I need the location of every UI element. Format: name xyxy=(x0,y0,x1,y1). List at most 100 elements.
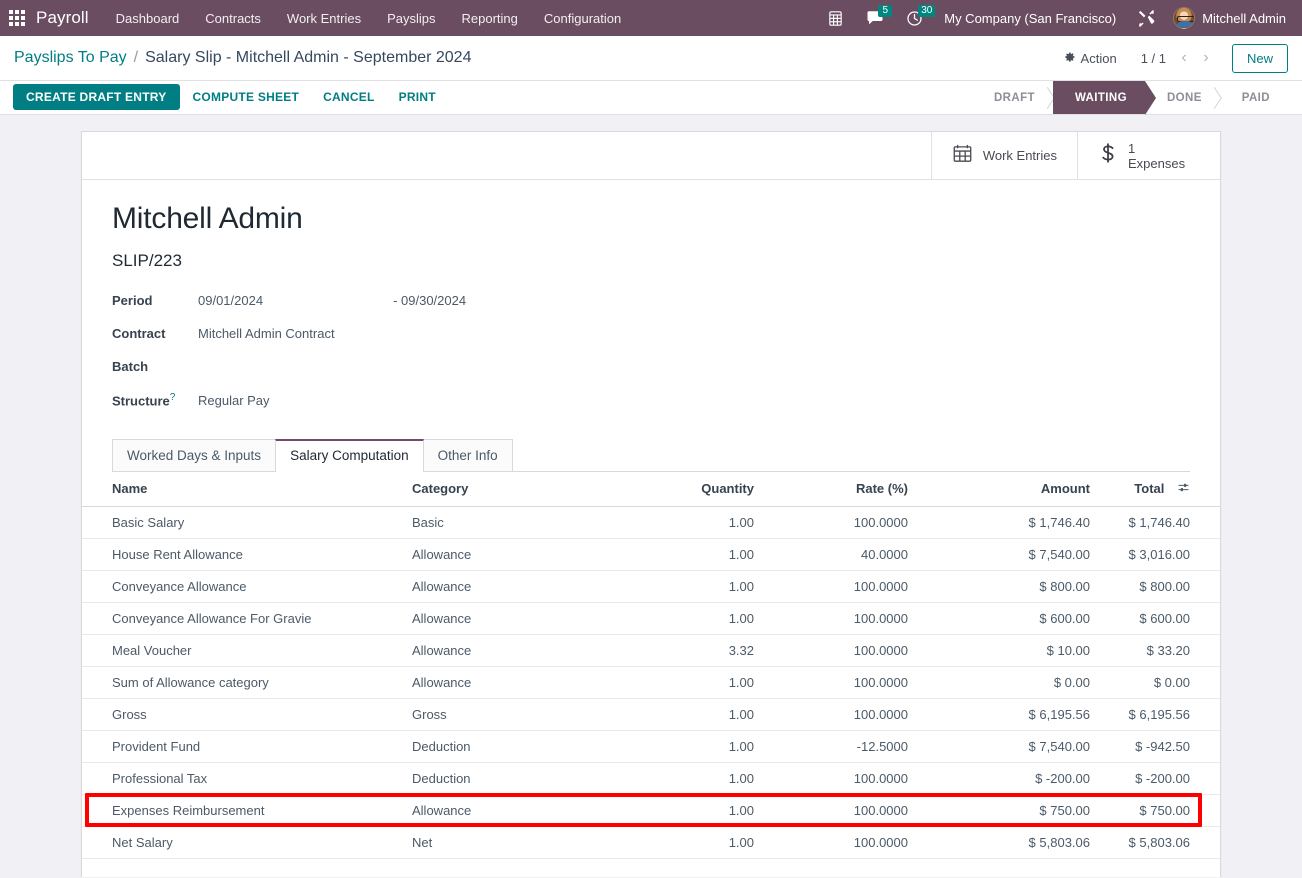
table-row[interactable]: Sum of Allowance category Allowance 1.00… xyxy=(82,666,1220,700)
stage-paid[interactable]: PAID xyxy=(1220,81,1288,114)
cell-total[interactable]: $ 33.20 xyxy=(1112,634,1220,668)
cell-category[interactable]: Allowance xyxy=(412,570,612,604)
cell-category[interactable]: Basic xyxy=(412,506,612,540)
stage-waiting[interactable]: WAITING xyxy=(1041,81,1156,115)
col-header-amount[interactable]: Amount xyxy=(922,471,1112,508)
help-tooltip-icon[interactable]: ? xyxy=(170,392,176,403)
table-row[interactable]: Conveyance Allowance For Gravie Allowanc… xyxy=(82,602,1220,636)
menu-item-dashboard[interactable]: Dashboard xyxy=(103,0,193,36)
cell-category[interactable]: Deduction xyxy=(412,730,612,764)
stat-button-expenses[interactable]: 1 Expenses xyxy=(1077,132,1220,179)
cell-total[interactable]: $ 0.00 xyxy=(1112,666,1220,700)
col-header-category[interactable]: Category xyxy=(412,471,612,508)
compute-sheet-button[interactable]: COMPUTE SHEET xyxy=(182,84,311,110)
field-value-period-to[interactable]: - 09/30/2024 xyxy=(393,293,466,308)
cell-total[interactable]: $ 1,746.40 xyxy=(1112,506,1220,540)
cell-quantity[interactable]: 1.00 xyxy=(612,666,762,700)
new-button[interactable]: New xyxy=(1231,43,1288,73)
cell-name[interactable]: House Rent Allowance xyxy=(82,538,412,572)
col-header-total[interactable]: Total xyxy=(1112,471,1220,508)
cell-quantity[interactable]: 1.00 xyxy=(612,570,762,604)
cell-category[interactable]: Deduction xyxy=(412,762,612,796)
cell-category[interactable]: Allowance xyxy=(412,538,612,572)
cell-amount[interactable]: $ 1,746.40 xyxy=(922,506,1112,540)
cell-amount[interactable]: $ 0.00 xyxy=(922,666,1112,700)
chat-bubble-icon[interactable]: 5 xyxy=(855,0,895,36)
cell-total[interactable]: $ -200.00 xyxy=(1112,762,1220,796)
menu-item-configuration[interactable]: Configuration xyxy=(531,0,634,36)
cell-quantity[interactable]: 1.00 xyxy=(612,794,762,828)
apps-grid-icon[interactable] xyxy=(6,7,28,29)
cell-quantity[interactable]: 1.00 xyxy=(612,730,762,764)
cell-rate[interactable]: 100.0000 xyxy=(762,666,922,700)
table-row[interactable]: Meal Voucher Allowance 3.32 100.0000 $ 1… xyxy=(82,634,1220,668)
cell-amount[interactable]: $ 800.00 xyxy=(922,570,1112,604)
table-row[interactable]: Gross Gross 1.00 100.0000 $ 6,195.56 $ 6… xyxy=(82,698,1220,732)
cell-total[interactable]: $ 3,016.00 xyxy=(1112,538,1220,572)
cell-amount[interactable]: $ 6,195.56 xyxy=(922,698,1112,732)
tab-worked-days-inputs[interactable]: Worked Days & Inputs xyxy=(112,438,277,471)
chevron-left-icon[interactable]: ‹ xyxy=(1174,46,1194,70)
menu-item-contracts[interactable]: Contracts xyxy=(192,0,274,36)
cell-name[interactable]: Basic Salary xyxy=(82,506,412,540)
create-draft-entry-button[interactable]: CREATE DRAFT ENTRY xyxy=(13,84,180,110)
stat-button-work-entries[interactable]: Work Entries xyxy=(930,132,1077,179)
menu-item-work-entries[interactable]: Work Entries xyxy=(274,0,374,36)
cell-amount[interactable]: $ 600.00 xyxy=(922,602,1112,636)
cell-rate[interactable]: 100.0000 xyxy=(762,698,922,732)
cell-name[interactable]: Meal Voucher xyxy=(82,634,412,668)
table-row[interactable]: House Rent Allowance Allowance 1.00 40.0… xyxy=(82,538,1220,572)
cell-category[interactable]: Gross xyxy=(412,698,612,732)
cancel-button[interactable]: CANCEL xyxy=(312,84,386,110)
cell-rate[interactable]: 100.0000 xyxy=(762,634,922,668)
cell-amount[interactable]: $ 750.00 xyxy=(922,794,1112,828)
cell-name[interactable]: Gross xyxy=(82,698,412,732)
table-row[interactable]: Provident Fund Deduction 1.00 -12.5000 $… xyxy=(82,730,1220,764)
col-header-rate[interactable]: Rate (%) xyxy=(762,471,922,508)
table-row[interactable]: Conveyance Allowance Allowance 1.00 100.… xyxy=(82,570,1220,604)
table-row-expenses-reimbursement[interactable]: Expenses Reimbursement Allowance 1.00 10… xyxy=(82,794,1220,828)
table-row[interactable]: Net Salary Net 1.00 100.0000 $ 5,803.06 … xyxy=(82,826,1220,860)
cell-name[interactable]: Sum of Allowance category xyxy=(82,666,412,700)
cell-rate[interactable]: -12.5000 xyxy=(762,730,922,764)
app-brand-payroll[interactable]: Payroll xyxy=(34,8,103,28)
stage-done[interactable]: DONE xyxy=(1145,81,1222,114)
cell-name[interactable]: Professional Tax xyxy=(82,762,412,796)
cell-total[interactable]: $ 800.00 xyxy=(1112,570,1220,604)
cell-category[interactable]: Allowance xyxy=(412,634,612,668)
cell-quantity[interactable]: 1.00 xyxy=(612,698,762,732)
cell-total[interactable]: $ -942.50 xyxy=(1112,730,1220,764)
cell-amount[interactable]: $ 7,540.00 xyxy=(922,538,1112,572)
cell-category[interactable]: Allowance xyxy=(412,602,612,636)
tab-salary-computation[interactable]: Salary Computation xyxy=(275,438,424,472)
cell-name[interactable]: Conveyance Allowance xyxy=(82,570,412,604)
sliders-icon[interactable] xyxy=(1177,481,1190,497)
cell-rate[interactable]: 100.0000 xyxy=(762,826,922,860)
cell-category[interactable]: Allowance xyxy=(412,794,612,828)
table-row[interactable]: Basic Salary Basic 1.00 100.0000 $ 1,746… xyxy=(82,506,1220,540)
cell-amount[interactable]: $ 10.00 xyxy=(922,634,1112,668)
cell-quantity[interactable]: 1.00 xyxy=(612,826,762,860)
field-value-contract[interactable]: Mitchell Admin Contract xyxy=(198,326,335,341)
cell-rate[interactable]: 100.0000 xyxy=(762,762,922,796)
print-button[interactable]: PRINT xyxy=(388,84,447,110)
cell-amount[interactable]: $ 5,803.06 xyxy=(922,826,1112,860)
cell-total[interactable]: $ 600.00 xyxy=(1112,602,1220,636)
menu-item-reporting[interactable]: Reporting xyxy=(449,0,531,36)
chevron-right-icon[interactable]: › xyxy=(1196,46,1216,70)
cell-rate[interactable]: 100.0000 xyxy=(762,602,922,636)
cell-quantity[interactable]: 1.00 xyxy=(612,762,762,796)
cell-amount[interactable]: $ -200.00 xyxy=(922,762,1112,796)
cell-name[interactable]: Conveyance Allowance For Gravie xyxy=(82,602,412,636)
cell-category[interactable]: Allowance xyxy=(412,666,612,700)
cell-quantity[interactable]: 3.32 xyxy=(612,634,762,668)
cell-total[interactable]: $ 5,803.06 xyxy=(1112,826,1220,860)
field-value-period-from[interactable]: 09/01/2024 xyxy=(198,293,263,308)
cell-amount[interactable]: $ 7,540.00 xyxy=(922,730,1112,764)
cell-rate[interactable]: 40.0000 xyxy=(762,538,922,572)
col-header-name[interactable]: Name xyxy=(82,471,412,508)
breadcrumb-parent-link[interactable]: Payslips To Pay xyxy=(14,49,127,67)
cell-rate[interactable]: 100.0000 xyxy=(762,570,922,604)
cell-total[interactable]: $ 750.00 xyxy=(1112,794,1220,828)
clock-icon[interactable]: 30 xyxy=(895,0,936,36)
